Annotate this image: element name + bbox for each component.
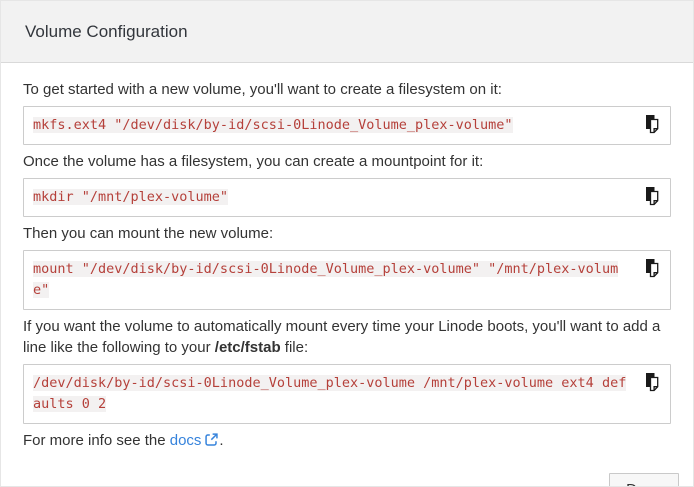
copy-button-mkfs[interactable] xyxy=(642,114,662,136)
copy-icon xyxy=(643,258,661,281)
copy-button-mkdir[interactable] xyxy=(642,186,662,208)
step-text-mountpoint: Once the volume has a filesystem, you ca… xyxy=(23,151,671,172)
docs-link[interactable]: docs xyxy=(170,432,202,449)
copy-button-mount[interactable] xyxy=(642,258,662,280)
dialog-body: To get started with a new volume, you'll… xyxy=(1,63,693,471)
step-text-filesystem: To get started with a new volume, you'll… xyxy=(23,79,671,100)
command-mount: mount "/dev/disk/by-id/scsi-0Linode_Volu… xyxy=(33,261,618,298)
dialog-footer: Done xyxy=(1,471,693,487)
step-text-fstab: If you want the volume to automatically … xyxy=(23,316,671,358)
copy-icon xyxy=(643,186,661,209)
command-mkdir: mkdir "/mnt/plex-volume" xyxy=(33,189,228,205)
command-mkfs: mkfs.ext4 "/dev/disk/by-id/scsi-0Linode_… xyxy=(33,117,513,133)
docs-note: For more info see the docs. xyxy=(23,430,671,453)
copy-icon xyxy=(643,372,661,395)
command-fstab: /dev/disk/by-id/scsi-0Linode_Volume_plex… xyxy=(33,375,626,412)
external-link-icon[interactable] xyxy=(204,434,219,451)
docs-note-prefix: For more info see the xyxy=(23,432,170,449)
code-block-mount: mount "/dev/disk/by-id/scsi-0Linode_Volu… xyxy=(23,250,671,310)
volume-configuration-dialog: Volume Configuration To get started with… xyxy=(0,0,694,487)
fstab-path: /etc/fstab xyxy=(215,339,281,356)
code-block-fstab: /dev/disk/by-id/scsi-0Linode_Volume_plex… xyxy=(23,364,671,424)
docs-note-suffix: . xyxy=(219,432,223,449)
step-text-mount: Then you can mount the new volume: xyxy=(23,223,671,244)
copy-button-fstab[interactable] xyxy=(642,372,662,394)
dialog-title: Volume Configuration xyxy=(25,22,188,42)
copy-icon xyxy=(643,114,661,137)
dialog-header: Volume Configuration xyxy=(1,1,693,63)
code-block-mkfs: mkfs.ext4 "/dev/disk/by-id/scsi-0Linode_… xyxy=(23,106,671,145)
code-block-mkdir: mkdir "/mnt/plex-volume" xyxy=(23,178,671,217)
fstab-text-suffix: file: xyxy=(281,339,309,356)
done-button[interactable]: Done xyxy=(609,473,679,487)
fstab-text-prefix: If you want the volume to automatically … xyxy=(23,318,660,356)
